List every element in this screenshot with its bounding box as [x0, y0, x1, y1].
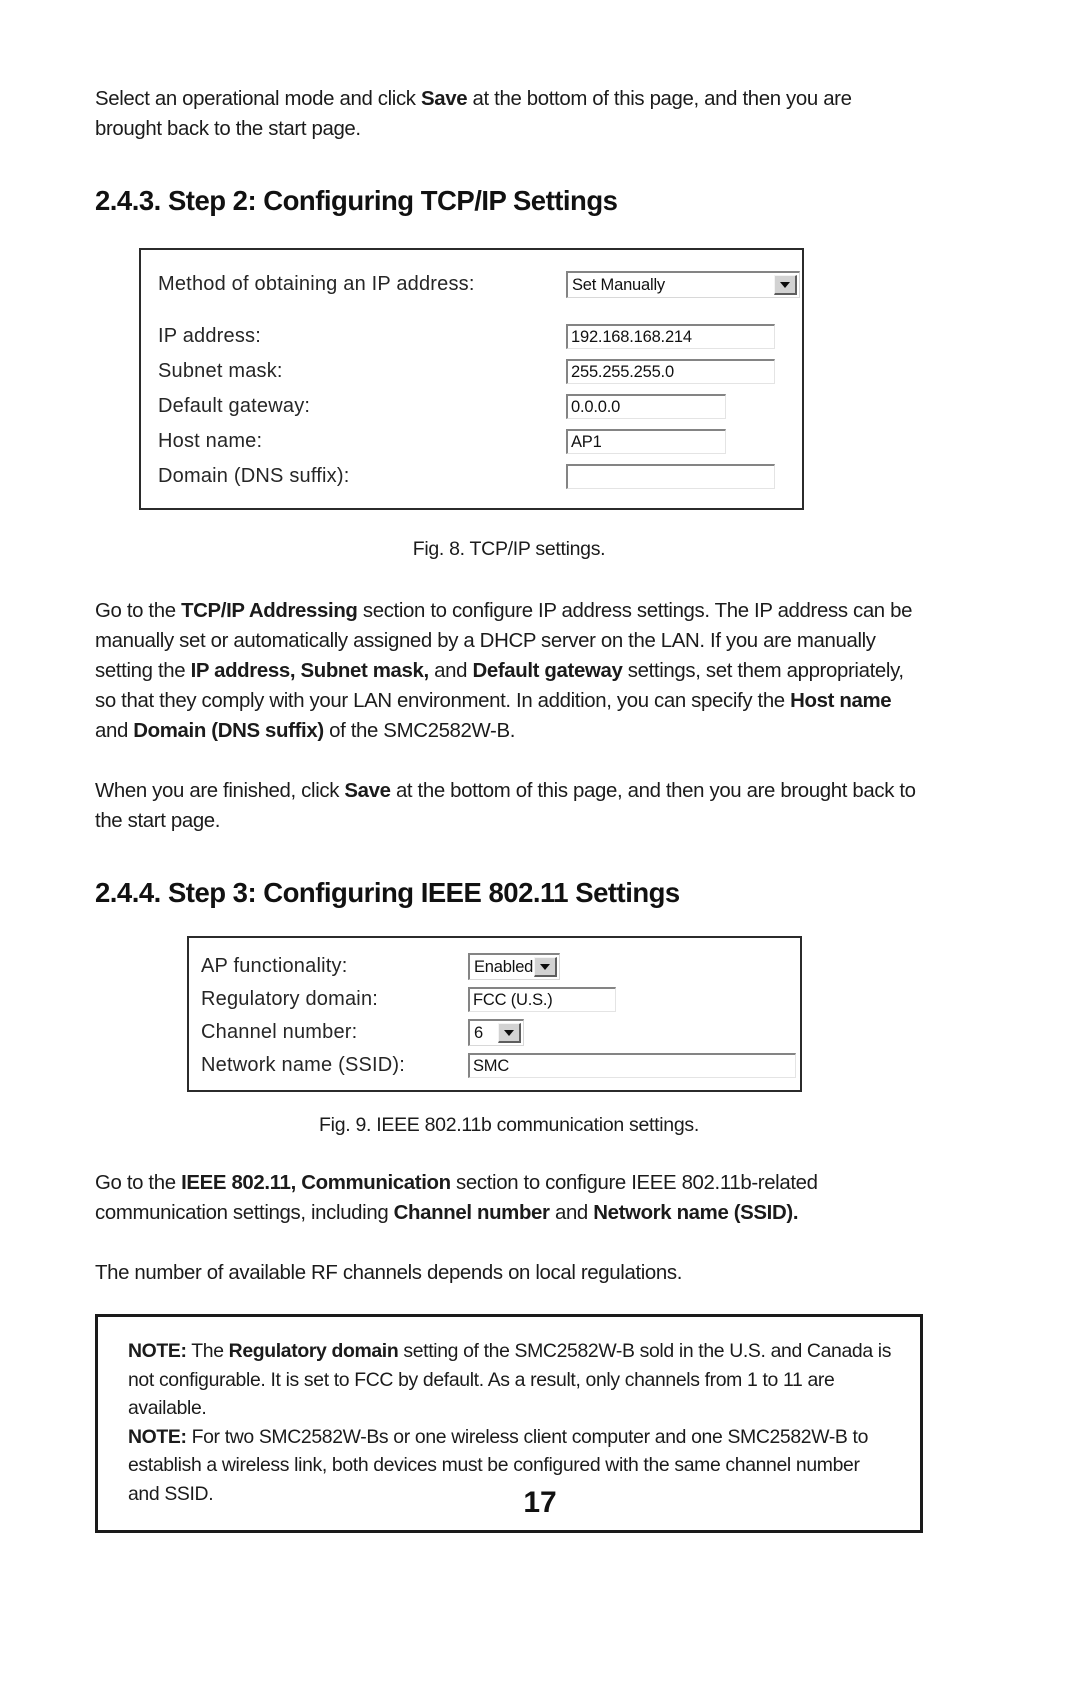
network-name-ssid-input[interactable]: SMC	[468, 1053, 796, 1078]
form-row-ap-functionality: AP functionality: Enabled	[189, 950, 800, 983]
form-row-ip-address: IP address: 192.168.168.214	[141, 319, 802, 354]
closing-bold-save: Save	[344, 780, 391, 802]
body-bold-default-gateway: Default gateway	[472, 660, 623, 682]
ap-functionality-value: Enabled	[474, 957, 534, 976]
chevron-down-icon[interactable]	[534, 957, 557, 977]
ip-address-value: 192.168.168.214	[571, 327, 692, 346]
intro-paragraph: Select an operational mode and click Sav…	[95, 84, 923, 144]
body-bold-host-name: Host name	[790, 690, 892, 712]
label-ap-functionality: AP functionality:	[201, 955, 348, 977]
form-row-default-gateway: Default gateway: 0.0.0.0	[141, 389, 802, 424]
body2-bold-ieee-communication: IEEE 802.11, Communication	[181, 1172, 451, 1194]
rf-channels-paragraph: The number of available RF channels depe…	[95, 1262, 683, 1284]
section-2-4-3-body-paragraph: Go to the TCP/IP Addressing section to c…	[95, 596, 923, 746]
form-row-regulatory-domain: Regulatory domain: FCC (U.S.)	[189, 983, 800, 1016]
closing-run-1: When you are finished, click	[95, 780, 345, 802]
figure-8-caption: Fig. 8. TCP/IP settings.	[412, 538, 606, 560]
intro-text-before: Select an operational mode and click	[95, 88, 421, 110]
note-1-run-1: The	[186, 1340, 229, 1362]
method-of-obtaining-ip-dropdown[interactable]: Set Manually	[566, 271, 800, 298]
body-bold-tcpip-addressing: TCP/IP Addressing	[181, 600, 358, 622]
note-1: NOTE: The Regulatory domain setting of t…	[128, 1337, 894, 1423]
section-2-4-3-closing-paragraph: When you are finished, click Save at the…	[95, 776, 923, 836]
label-host-name: Host name:	[158, 430, 263, 452]
heading-section-2-4-4: 2.4.4. Step 3: Configuring IEEE 802.11 S…	[95, 877, 680, 908]
regulatory-domain-input[interactable]: FCC (U.S.)	[468, 987, 616, 1012]
ap-functionality-dropdown[interactable]: Enabled	[468, 953, 560, 980]
subnet-mask-value: 255.255.255.0	[571, 362, 674, 381]
body2-bold-network-name-ssid: Network name (SSID).	[593, 1202, 799, 1224]
note-2-label: NOTE:	[128, 1425, 187, 1448]
body-run-5: and	[428, 660, 473, 682]
body-bold-ip-address-subnet-mask: IP address, Subnet mask,	[190, 660, 430, 682]
body-run-1: Go to the	[95, 600, 182, 622]
form-row-channel-number: Channel number: 6	[189, 1016, 800, 1049]
section-2-4-4-body-paragraph: Go to the IEEE 802.11, Communication sec…	[95, 1168, 923, 1228]
host-name-value: AP1	[571, 432, 602, 451]
label-default-gateway: Default gateway:	[158, 395, 311, 417]
default-gateway-input[interactable]: 0.0.0.0	[566, 394, 726, 419]
page-number: 17	[523, 1486, 557, 1519]
label-subnet-mask: Subnet mask:	[158, 360, 283, 382]
note-1-bold-regulatory-domain: Regulatory domain	[228, 1340, 399, 1362]
default-gateway-value: 0.0.0.0	[571, 397, 621, 416]
form-row-domain-dns-suffix: Domain (DNS suffix):	[141, 459, 802, 494]
label-domain-dns-suffix: Domain (DNS suffix):	[158, 465, 350, 487]
body2-run-5: and	[549, 1202, 594, 1224]
intro-bold-save: Save	[420, 88, 468, 110]
subnet-mask-input[interactable]: 255.255.255.0	[566, 359, 775, 384]
label-channel-number: Channel number:	[201, 1021, 358, 1043]
body-run-9: and	[95, 720, 134, 742]
note-1-label: NOTE:	[128, 1340, 187, 1362]
heading-section-2-4-3: 2.4.3. Step 2: Configuring TCP/IP Settin…	[95, 185, 618, 216]
body2-run-1: Go to the	[95, 1172, 182, 1194]
chevron-down-icon[interactable]	[774, 275, 797, 295]
form-row-network-name-ssid: Network name (SSID): SMC	[189, 1049, 800, 1082]
body2-bold-channel-number: Channel number	[393, 1202, 550, 1224]
label-network-name-ssid: Network name (SSID):	[201, 1054, 406, 1076]
form-row-subnet-mask: Subnet mask: 255.255.255.0	[141, 354, 802, 389]
regulatory-domain-value: FCC (U.S.)	[473, 990, 553, 1009]
body-bold-domain-dns-suffix: Domain (DNS suffix)	[133, 720, 324, 742]
manual-page: Select an operational mode and click Sav…	[0, 0, 1080, 1697]
label-regulatory-domain: Regulatory domain:	[201, 988, 379, 1010]
label-method-of-obtaining-ip: Method of obtaining an IP address:	[158, 273, 475, 295]
channel-number-value: 6	[474, 1023, 483, 1042]
ip-address-input[interactable]: 192.168.168.214	[566, 324, 775, 349]
label-ip-address: IP address:	[158, 325, 262, 347]
figure-8-tcpip-settings-screenshot: Method of obtaining an IP address: Set M…	[139, 248, 804, 510]
domain-dns-suffix-input[interactable]	[566, 464, 775, 489]
channel-number-dropdown[interactable]: 6	[468, 1019, 524, 1046]
form-row-host-name: Host name: AP1	[141, 424, 802, 459]
form-row-method: Method of obtaining an IP address: Set M…	[141, 267, 802, 302]
host-name-input[interactable]: AP1	[566, 429, 726, 454]
page-content: Select an operational mode and click Sav…	[95, 84, 923, 1533]
body-run-11: of the SMC2582W-B.	[323, 720, 516, 742]
chevron-down-icon[interactable]	[498, 1023, 521, 1043]
method-of-obtaining-ip-value: Set Manually	[572, 275, 665, 294]
network-name-ssid-value: SMC	[473, 1056, 510, 1075]
figure-9-caption: Fig. 9. IEEE 802.11b communication setti…	[319, 1114, 699, 1136]
figure-9-ieee-80211-settings-screenshot: AP functionality: Enabled Regulatory dom…	[187, 936, 802, 1092]
